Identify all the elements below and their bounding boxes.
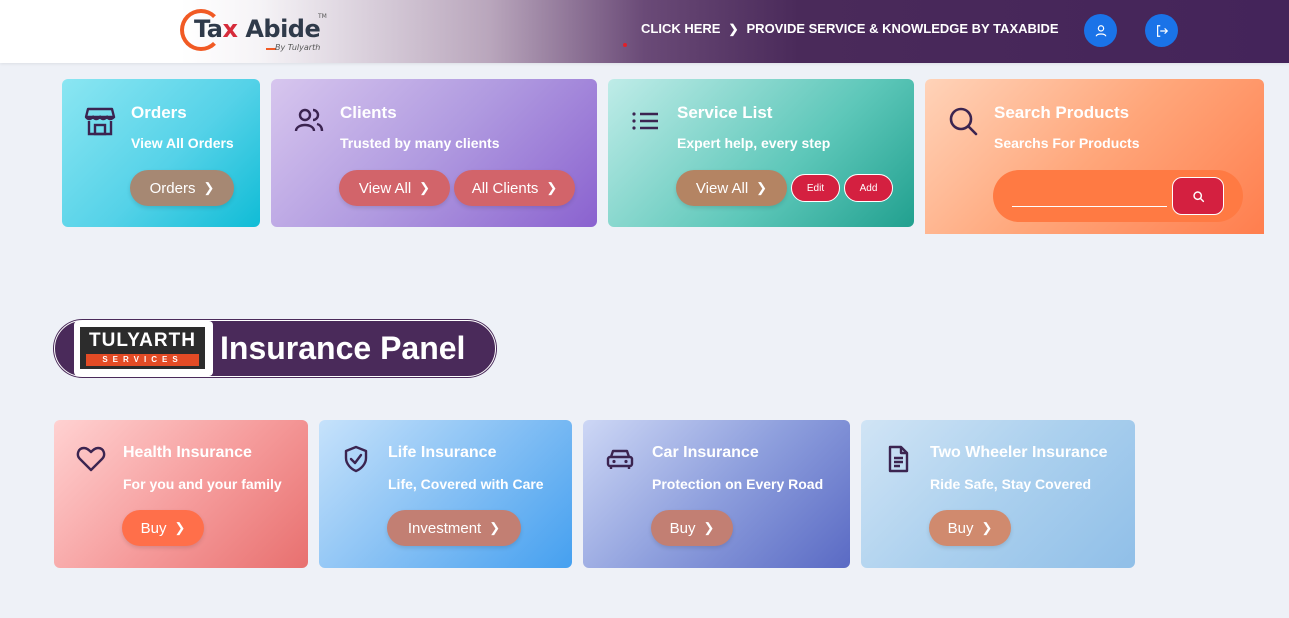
- health-insurance-card: Health Insurance For you and your family…: [54, 420, 308, 568]
- logo-text: Tax Abide: [194, 15, 321, 43]
- chevron-right-icon: ❯: [174, 520, 186, 535]
- life-insurance-subtitle: Life, Covered with Care: [388, 476, 544, 492]
- chevron-right-icon: ❯: [703, 520, 715, 535]
- taxabide-logo[interactable]: Tax Abide TM By Tulyarth: [180, 7, 330, 55]
- health-insurance-subtitle: For you and your family: [123, 476, 282, 492]
- orders-button[interactable]: Orders ❯: [130, 170, 234, 206]
- search-icon: [1192, 190, 1204, 202]
- users-icon: [294, 108, 324, 132]
- clients-view-all-button[interactable]: View All ❯: [339, 170, 450, 206]
- store-icon: [84, 107, 116, 136]
- notification-dot: [623, 43, 627, 47]
- logo-brand: TULYARTH: [89, 330, 196, 351]
- clients-subtitle: Trusted by many clients: [340, 135, 500, 151]
- orders-title: Orders: [131, 103, 187, 122]
- search-input[interactable]: [1012, 182, 1167, 206]
- top-header: Tax Abide TM By Tulyarth CLICK HERE ❯ PR…: [0, 0, 1289, 63]
- car-insurance-subtitle: Protection on Every Road: [652, 476, 824, 492]
- shield-check-icon: [344, 445, 368, 473]
- two-wheeler-buy-button[interactable]: Buy ❯: [929, 510, 1011, 546]
- list-icon: [632, 112, 658, 130]
- search-form: [993, 170, 1243, 222]
- logout-icon: [1156, 24, 1168, 37]
- chevron-right-icon: ❯: [203, 180, 215, 195]
- logo-trademark: TM: [318, 13, 327, 20]
- two-wheeler-insurance-card: Two Wheeler Insurance Ride Safe, Stay Co…: [861, 420, 1135, 568]
- service-add-button[interactable]: Add: [844, 174, 893, 202]
- search-icon: [949, 107, 978, 136]
- tulyarth-services-logo: TULYARTH SERVICES: [74, 321, 213, 376]
- all-clients-button[interactable]: All Clients ❯: [454, 170, 575, 206]
- search-button[interactable]: [1172, 177, 1224, 215]
- header-nav: CLICK HERE ❯ PROVIDE SERVICE & KNOWLEDGE…: [641, 21, 1059, 36]
- logo-sub: SERVICES: [86, 354, 199, 366]
- profile-button[interactable]: [1084, 14, 1117, 47]
- service-view-all-button[interactable]: View All ❯: [676, 170, 787, 206]
- search-products-title: Search Products: [994, 103, 1130, 122]
- two-wheeler-insurance-subtitle: Ride Safe, Stay Covered: [930, 476, 1092, 492]
- insurance-panel-title: Insurance Panel: [220, 330, 466, 366]
- service-list-subtitle: Expert help, every step: [677, 135, 831, 151]
- car-insurance-card: Car Insurance Protection on Every Road B…: [583, 420, 850, 568]
- orders-card: Orders View All Orders Orders ❯: [62, 79, 260, 227]
- provide-service-link[interactable]: PROVIDE SERVICE & KNOWLEDGE BY TAXABIDE: [747, 21, 1059, 36]
- life-investment-button[interactable]: Investment ❯: [387, 510, 521, 546]
- chevron-right-icon: ❯: [489, 520, 501, 535]
- search-products-card: Search Products Searchs For Products: [925, 79, 1264, 234]
- health-insurance-title: Health Insurance: [123, 444, 252, 461]
- orders-subtitle: View All Orders: [131, 135, 234, 151]
- service-edit-button[interactable]: Edit: [791, 174, 840, 202]
- life-insurance-card: Life Insurance Life, Covered with Care I…: [319, 420, 572, 568]
- service-list-title: Service List: [677, 103, 773, 122]
- click-here-link[interactable]: CLICK HERE: [641, 21, 720, 36]
- chevron-right-icon: ❯: [756, 180, 768, 195]
- chevron-right-icon: ❯: [728, 21, 739, 36]
- car-icon: [606, 449, 634, 469]
- chevron-right-icon: ❯: [981, 520, 993, 535]
- search-products-subtitle: Searchs For Products: [994, 135, 1140, 151]
- logo-tagline: By Tulyarth: [275, 43, 321, 52]
- heart-icon: [76, 446, 106, 472]
- two-wheeler-insurance-title: Two Wheeler Insurance: [930, 444, 1108, 461]
- chevron-right-icon: ❯: [419, 180, 431, 195]
- document-icon: [888, 445, 909, 473]
- health-buy-button[interactable]: Buy ❯: [122, 510, 204, 546]
- car-buy-button[interactable]: Buy ❯: [651, 510, 733, 546]
- logout-button[interactable]: [1145, 14, 1178, 47]
- search-input-underline: [1012, 206, 1167, 207]
- chevron-right-icon: ❯: [546, 180, 558, 195]
- clients-title: Clients: [340, 103, 397, 122]
- life-insurance-title: Life Insurance: [388, 444, 497, 461]
- service-list-card: Service List Expert help, every step Vie…: [608, 79, 914, 227]
- clients-card: Clients Trusted by many clients View All…: [271, 79, 597, 227]
- user-icon: [1095, 24, 1106, 37]
- car-insurance-title: Car Insurance: [652, 444, 759, 461]
- insurance-panel-banner: TULYARTH SERVICES Insurance Panel: [54, 320, 496, 377]
